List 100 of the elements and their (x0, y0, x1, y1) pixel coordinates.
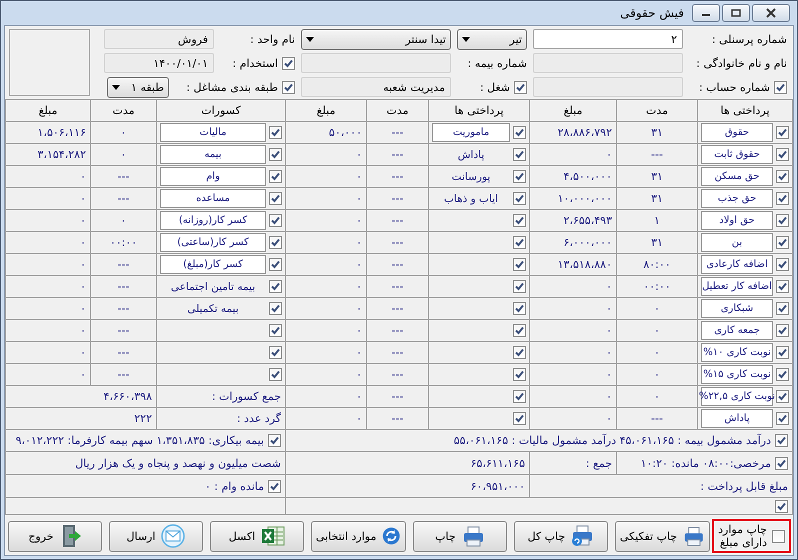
toolbar-button[interactable]: موارد انتخابی (310, 520, 406, 552)
checkbox[interactable] (269, 368, 282, 381)
checkbox[interactable] (513, 170, 526, 183)
amount-cell: ۱،۵۰۶،۱۱۶ (6, 122, 90, 143)
toolbar-button[interactable]: چاپ (412, 520, 507, 552)
total-label: جمع کسورات : (157, 386, 285, 407)
company-dropdown[interactable]: تیدا سنتر (301, 28, 451, 50)
month-dropdown[interactable]: تیر (457, 28, 527, 50)
checkbox[interactable] (776, 280, 789, 293)
item-field: ماموریت (432, 123, 510, 142)
caret-icon (462, 36, 470, 42)
duration-cell: ۰ (91, 122, 156, 143)
checkbox[interactable] (776, 148, 789, 161)
checkbox[interactable] (513, 302, 526, 315)
item-label: پاداش (456, 148, 486, 160)
class-dropdown[interactable]: طبقه ۱ (107, 76, 169, 98)
duration-cell: --- (367, 210, 428, 231)
toolbar-button[interactable]: ارسال (108, 520, 203, 552)
checkbox[interactable] (269, 148, 282, 161)
checkbox[interactable] (775, 500, 788, 512)
amount-cell: ۰ (286, 364, 366, 385)
checkbox[interactable] (269, 126, 282, 139)
duration-cell: --- (617, 144, 697, 165)
checkbox[interactable] (513, 236, 526, 249)
checkbox[interactable] (776, 192, 789, 205)
checkbox[interactable] (269, 236, 282, 249)
amount-cell: ۰ (530, 408, 616, 429)
amount-cell: ۰ (6, 188, 90, 209)
amount-cell: ۰ (286, 166, 366, 187)
checkbox[interactable] (513, 126, 526, 139)
checkbox[interactable] (269, 170, 282, 183)
item-field: کسر کار(روزانه) (160, 211, 266, 230)
duration-cell: --- (367, 320, 428, 341)
checkbox[interactable] (775, 434, 788, 447)
checkbox[interactable] (282, 80, 295, 94)
amount-cell: ۰ (530, 144, 616, 165)
checkbox[interactable] (513, 368, 526, 381)
checkbox[interactable] (513, 412, 526, 425)
amount-cell: ۰ (286, 298, 366, 319)
minimize-button[interactable] (692, 4, 720, 22)
amount-cell: ۰ (286, 254, 366, 275)
checkbox[interactable] (513, 324, 526, 337)
item-field: بن (701, 233, 773, 252)
text-field[interactable]: ۲ (533, 29, 683, 49)
duration-cell: --- (367, 408, 428, 429)
checkbox[interactable] (269, 280, 282, 293)
field-label: شغل : (480, 80, 510, 94)
duration-cell: --- (91, 276, 156, 297)
toolbar-button[interactable]: خروج (8, 520, 102, 552)
checkbox[interactable] (269, 192, 282, 205)
amount-cell: ۲۸،۸۸۶،۷۹۲ (530, 122, 616, 143)
loan-text: مانده وام : ۰ (204, 480, 264, 492)
checkbox[interactable] (269, 258, 282, 271)
checkbox[interactable] (776, 302, 789, 315)
checkbox[interactable] (776, 126, 789, 139)
amount-cell: ۰ (286, 210, 366, 231)
checkbox[interactable] (776, 346, 789, 359)
leave-text: مرخصی:۰۸:۰۰ مانده: ۱۰:۲۰ (640, 456, 771, 470)
item-field: حق اولاد (701, 211, 773, 230)
checkbox[interactable] (776, 390, 789, 403)
checkbox[interactable] (775, 456, 788, 470)
checkbox[interactable] (268, 480, 281, 492)
checkbox[interactable] (513, 192, 526, 205)
checkbox[interactable] (776, 258, 789, 271)
checkbox[interactable] (269, 346, 282, 359)
checkbox[interactable] (269, 302, 282, 315)
checkbox[interactable] (776, 412, 789, 425)
maximize-button[interactable] (722, 4, 750, 22)
checkbox[interactable] (513, 390, 526, 403)
duration-cell: ۰۰:۰۰ (91, 232, 156, 253)
caret-icon (112, 84, 120, 90)
duration-cell: ۰ (617, 320, 697, 341)
checkbox[interactable] (772, 530, 785, 542)
checkbox[interactable] (776, 170, 789, 183)
toolbar-button[interactable]: چاپ کل (514, 520, 608, 552)
checkbox[interactable] (776, 236, 789, 249)
checkbox[interactable] (776, 368, 789, 381)
item-field: کسر کار(ساعتی) (160, 233, 266, 252)
checkbox[interactable] (776, 214, 789, 227)
checkbox[interactable] (269, 324, 282, 337)
toolbar-button[interactable]: اکسل (210, 520, 304, 552)
amount-cell: ۰ (286, 276, 366, 297)
duration-cell: ۰ (91, 210, 156, 231)
checkbox[interactable] (776, 324, 789, 337)
checkbox[interactable] (269, 214, 282, 227)
close-icon (764, 8, 778, 18)
checkbox[interactable] (513, 214, 526, 227)
checkbox[interactable] (268, 434, 281, 447)
checkbox[interactable] (513, 148, 526, 161)
duration-cell: --- (367, 364, 428, 385)
checkbox[interactable] (513, 280, 526, 293)
toolbar-button[interactable]: چاپ تفکیکی (614, 520, 710, 552)
checkbox[interactable] (513, 258, 526, 271)
duration-cell: --- (91, 364, 156, 385)
amount-cell: ۰ (530, 320, 616, 341)
duration-cell: --- (367, 298, 428, 319)
checkbox[interactable] (513, 346, 526, 359)
duration-cell: ۰ (91, 144, 156, 165)
item-label: پورسانت (450, 170, 492, 182)
close-button[interactable] (752, 4, 790, 22)
